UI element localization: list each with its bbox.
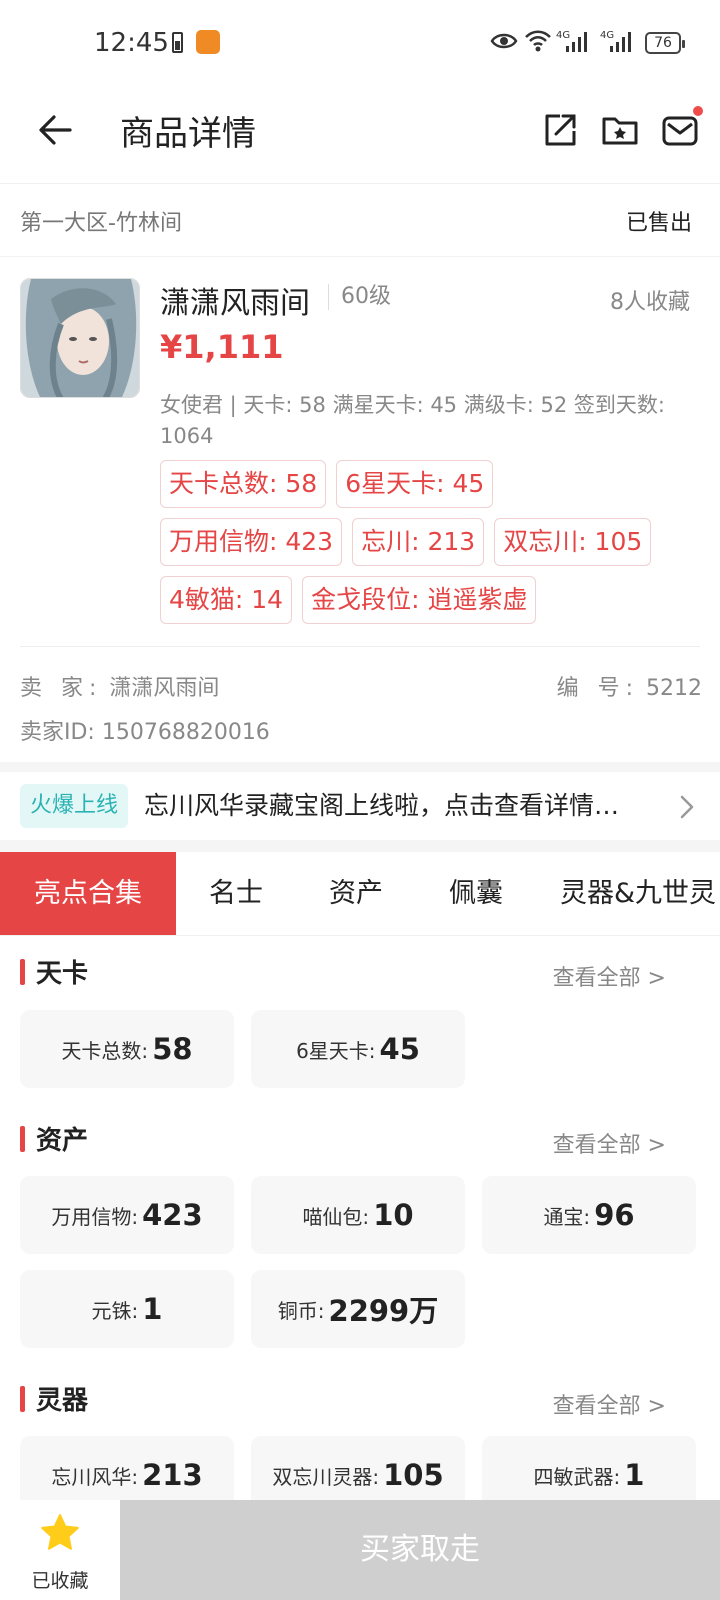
serial-info: 编 号: 5212 xyxy=(557,670,702,702)
tag-row: 万用信物: 423 忘川: 213 双忘川: 105 xyxy=(160,518,700,566)
sale-status: 已售出 xyxy=(625,211,692,236)
tag-row: 天卡总数: 58 6星天卡: 45 xyxy=(160,460,700,508)
buy-button[interactable]: 买家取走 xyxy=(120,1500,720,1600)
serial-value: 5212 xyxy=(646,676,702,701)
stat-label: 四敏武器: xyxy=(533,1464,621,1489)
wifi-icon xyxy=(525,30,551,52)
stat-card: 万用信物: 423 xyxy=(20,1176,234,1254)
stat-value: 96 xyxy=(594,1198,635,1232)
character-level: 60级 xyxy=(328,284,391,310)
tag: 双忘川: 105 xyxy=(494,518,652,566)
stat-label: 通宝: xyxy=(543,1204,591,1229)
stat-value: 213 xyxy=(142,1458,203,1492)
tag: 忘川: 213 xyxy=(352,518,485,566)
battery-saver-icon xyxy=(172,32,183,53)
bottom-action-bar: 已收藏 买家取走 xyxy=(0,1500,720,1600)
cellular-signal-icon: 4G xyxy=(600,30,631,52)
folder-star-icon[interactable] xyxy=(600,110,640,150)
tag: 金戈段位: 逍遥紫虚 xyxy=(302,576,537,624)
app-notification-icon xyxy=(196,30,220,54)
network-type-label: 4G xyxy=(556,30,570,41)
favorites-count: 8人收藏 xyxy=(610,290,690,315)
stat-card: 铜币: 2299万 xyxy=(251,1270,465,1348)
stat-label: 忘川风华: xyxy=(51,1464,139,1489)
see-all-tianka-link[interactable]: 查看全部 > xyxy=(553,960,666,992)
notification-dot xyxy=(693,106,703,116)
divider xyxy=(20,646,700,647)
star-icon xyxy=(41,1514,79,1550)
tab-assets[interactable]: 资产 xyxy=(296,852,416,935)
seller-info: 卖 家: 潇潇风雨间 xyxy=(20,670,219,702)
favorite-label: 已收藏 xyxy=(31,1570,89,1592)
seller-id: 卖家ID: 150768820016 xyxy=(20,714,270,746)
stat-value: 58 xyxy=(152,1032,193,1066)
see-all-assets-link[interactable]: 查看全部 > xyxy=(553,1127,666,1159)
announcement-text: 忘川风华录藏宝阁上线啦，点击查看详情… xyxy=(144,791,620,820)
section-title-assets: 资产 xyxy=(20,1120,88,1157)
stat-value: 2299万 xyxy=(328,1294,439,1328)
stat-label: 天卡总数: xyxy=(61,1038,149,1063)
product-description: 女使君 | 天卡: 58 满星天卡: 45 满级卡: 52 签到天数: 1064 xyxy=(160,393,665,448)
seller-id-value: 150768820016 xyxy=(101,720,270,745)
highlight-tags: 天卡总数: 58 6星天卡: 45 万用信物: 423 忘川: 213 双忘川:… xyxy=(160,460,700,634)
tag: 万用信物: 423 xyxy=(160,518,343,566)
seller-name: 潇潇风雨间 xyxy=(109,676,220,701)
tag: 4敏猫: 14 xyxy=(160,576,293,624)
stat-card: 天卡总数: 58 xyxy=(20,1010,234,1088)
category-tabs: 亮点合集 名士 资产 佩囊 灵器&九世灵 xyxy=(0,852,720,936)
top-app-bar: 商品详情 xyxy=(0,88,720,184)
tab-notables[interactable]: 名士 xyxy=(176,852,296,935)
stat-label: 6星天卡: xyxy=(296,1038,376,1063)
stat-value: 1 xyxy=(142,1292,163,1326)
announcement-banner[interactable]: 火爆上线 忘川风华录藏宝阁上线啦，点击查看详情… xyxy=(0,776,720,840)
stat-value: 423 xyxy=(142,1198,203,1232)
network-type-label: 4G xyxy=(600,30,614,41)
stat-label: 喵仙包: xyxy=(302,1204,370,1229)
character-avatar[interactable] xyxy=(20,278,140,398)
stat-value: 45 xyxy=(379,1032,420,1066)
stat-card: 通宝: 96 xyxy=(482,1176,696,1254)
hot-badge: 火爆上线 xyxy=(20,784,129,828)
stat-label: 铜币: xyxy=(277,1298,325,1323)
stat-label: 元铢: xyxy=(91,1298,139,1323)
section-separator xyxy=(0,840,720,852)
stat-card: 6星天卡: 45 xyxy=(251,1010,465,1088)
status-bar: 12:45 4G 4G 76 xyxy=(0,0,720,88)
seller-label: 卖 家: xyxy=(20,676,103,701)
chevron-right-icon xyxy=(680,795,694,819)
price: ¥1,111 xyxy=(160,328,284,366)
status-time: 12:45 xyxy=(94,28,169,58)
cellular-signal-icon: 4G xyxy=(556,30,587,52)
tab-pouch[interactable]: 佩囊 xyxy=(416,852,536,935)
share-icon[interactable] xyxy=(540,110,580,150)
page-title: 商品详情 xyxy=(120,114,256,154)
server-row: 第一大区-竹林间 已售出 xyxy=(0,185,720,257)
see-all-artifacts-link[interactable]: 查看全部 > xyxy=(553,1388,666,1420)
stat-label: 万用信物: xyxy=(51,1204,139,1229)
server-name: 第一大区-竹林间 xyxy=(20,211,182,236)
battery-icon: 76 xyxy=(645,32,685,54)
stat-value: 10 xyxy=(373,1198,414,1232)
back-arrow-icon[interactable] xyxy=(36,110,76,150)
section-title-artifacts: 灵器 xyxy=(20,1380,88,1417)
stat-card: 元铢: 1 xyxy=(20,1270,234,1348)
character-name: 潇潇风雨间 xyxy=(160,286,310,321)
section-title-tianka: 天卡 xyxy=(20,953,88,990)
tab-highlights[interactable]: 亮点合集 xyxy=(0,852,176,935)
stat-value: 1 xyxy=(624,1458,645,1492)
serial-label: 编 号: xyxy=(556,676,639,701)
eye-icon xyxy=(490,33,518,49)
tag: 天卡总数: 58 xyxy=(160,460,327,508)
tag: 6星天卡: 45 xyxy=(336,460,494,508)
stat-card: 喵仙包: 10 xyxy=(251,1176,465,1254)
seller-id-label: 卖家ID: xyxy=(20,720,95,745)
section-separator xyxy=(0,762,720,772)
favorite-button[interactable]: 已收藏 xyxy=(0,1500,120,1600)
tab-spirit-artifacts[interactable]: 灵器&九世灵 xyxy=(560,852,720,935)
stat-label: 双忘川灵器: xyxy=(272,1464,380,1489)
tag-row: 4敏猫: 14 金戈段位: 逍遥紫虚 xyxy=(160,576,700,624)
stat-value: 105 xyxy=(383,1458,444,1492)
mail-icon[interactable] xyxy=(660,110,700,150)
